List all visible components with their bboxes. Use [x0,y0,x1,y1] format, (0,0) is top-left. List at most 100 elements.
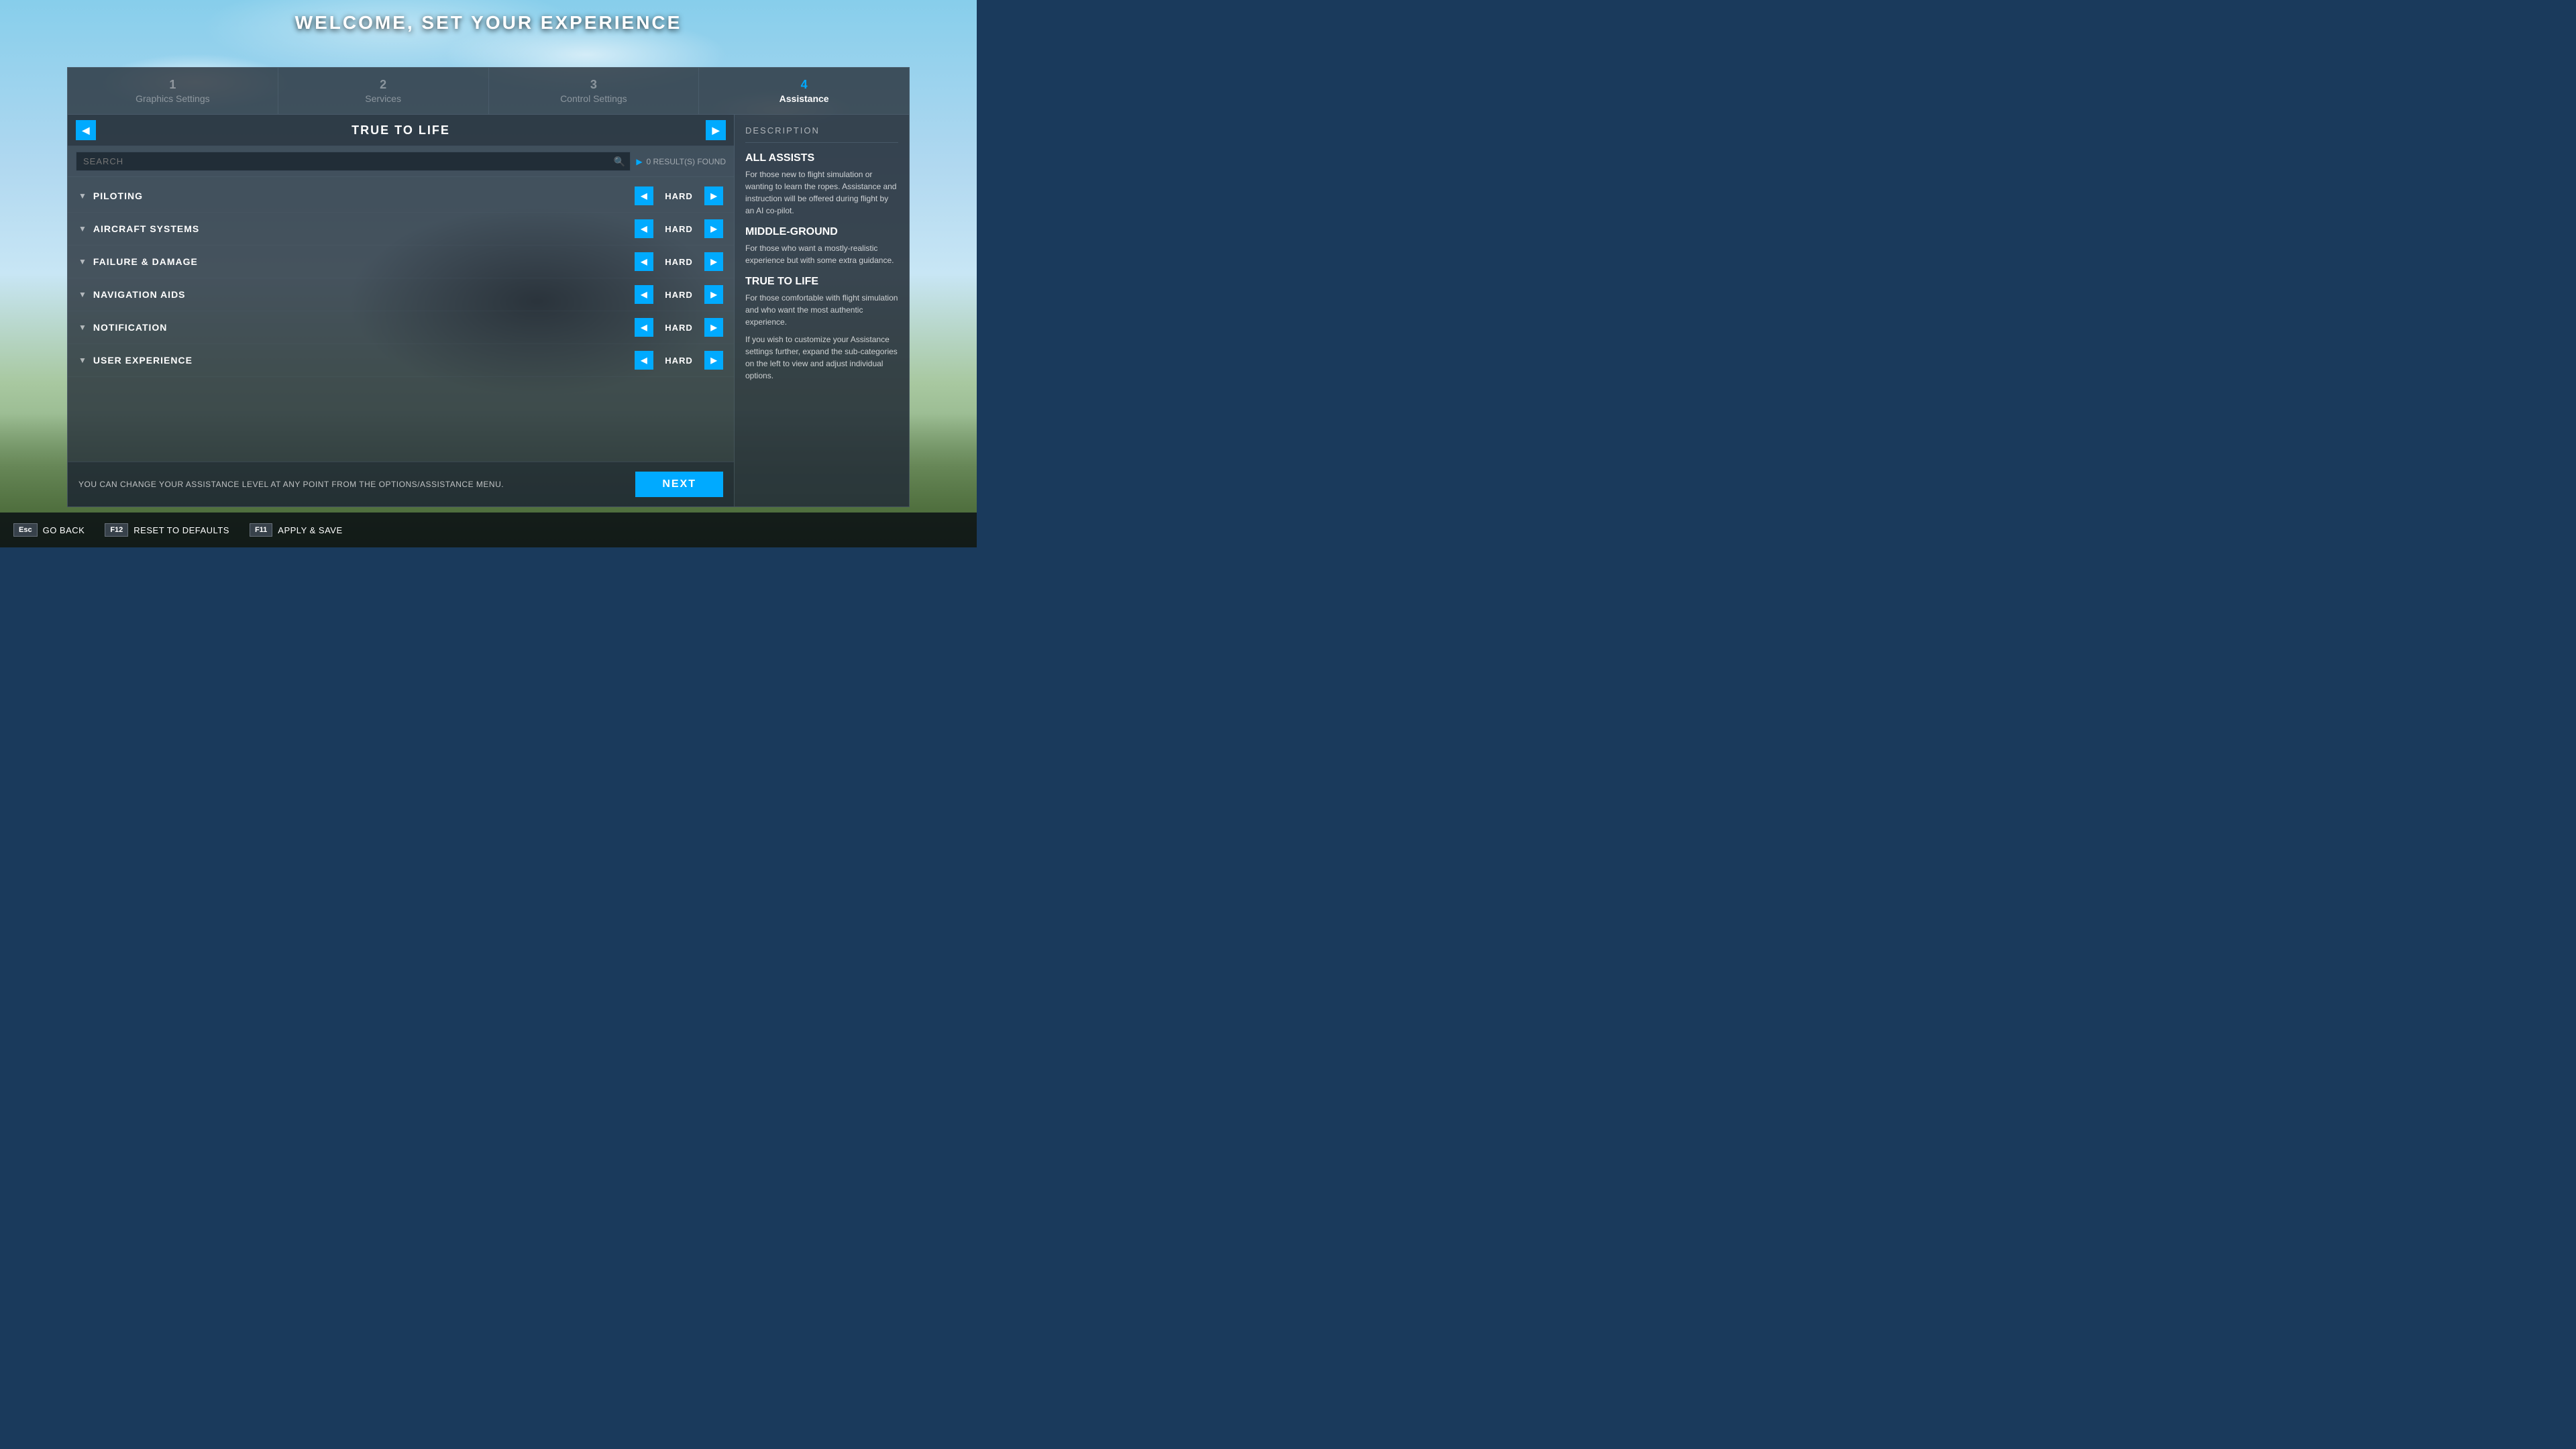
category-name: USER EXPERIENCE [93,355,193,366]
category-left: ▼ NAVIGATION AIDS [78,289,186,300]
category-chevron-icon: ▼ [78,191,87,201]
step-4[interactable]: 4 Assistance [699,68,909,114]
category-row[interactable]: ▼ NAVIGATION AIDS ◀ HARD ▶ [68,278,734,311]
search-results: ▶ 0 RESULT(S) FOUND [636,157,726,166]
category-row[interactable]: ▼ FAILURE & DAMAGE ◀ HARD ▶ [68,246,734,278]
categories-list: ▼ PILOTING ◀ HARD ▶ ▼ AIRCRAFT SYSTEMS ◀… [68,177,734,462]
mode-next-button[interactable]: ▶ [706,120,726,140]
step-2[interactable]: 2 Services [278,68,489,114]
desc-section-heading: TRUE TO LIFE [745,276,898,288]
desc-section-heading: ALL ASSISTS [745,152,898,164]
category-left: ▼ FAILURE & DAMAGE [78,256,198,267]
category-left: ▼ AIRCRAFT SYSTEMS [78,223,199,234]
step-1-label: Graphics Settings [136,93,210,104]
category-name: FAILURE & DAMAGE [93,256,198,267]
search-icon: 🔍 [614,156,625,167]
category-left: ▼ USER EXPERIENCE [78,355,193,366]
category-next-button[interactable]: ▶ [704,252,723,271]
step-3[interactable]: 3 Control Settings [489,68,700,114]
mode-bar: ◀ TRUE TO LIFE ▶ [68,115,734,146]
category-value: HARD [659,191,699,201]
step-1-number: 1 [169,78,176,92]
category-chevron-icon: ▼ [78,356,87,365]
category-next-button[interactable]: ▶ [704,318,723,337]
step-4-number: 4 [801,78,808,92]
category-right: ◀ HARD ▶ [635,252,723,271]
hotkey-badge: Esc [13,523,38,537]
right-panel: DESCRIPTION ALL ASSISTS For those new to … [735,115,909,506]
results-arrow-icon: ▶ [636,157,642,166]
category-row[interactable]: ▼ AIRCRAFT SYSTEMS ◀ HARD ▶ [68,213,734,246]
bottom-bar: Esc GO BACK F12 RESET TO DEFAULTS F11 AP… [0,513,977,547]
description-title: DESCRIPTION [745,125,898,143]
category-chevron-icon: ▼ [78,257,87,266]
category-row[interactable]: ▼ NOTIFICATION ◀ HARD ▶ [68,311,734,344]
page-title: WELCOME, SET YOUR EXPERIENCE [0,12,977,34]
hotkey-label: GO BACK [43,525,85,535]
main-dialog: 1 Graphics Settings 2 Services 3 Control… [67,67,910,507]
category-right: ◀ HARD ▶ [635,351,723,370]
hotkey-item[interactable]: F11 APPLY & SAVE [250,523,343,537]
hotkey-item[interactable]: Esc GO BACK [13,523,85,537]
category-left: ▼ PILOTING [78,191,143,201]
category-prev-button[interactable]: ◀ [635,219,653,238]
category-prev-button[interactable]: ◀ [635,285,653,304]
category-name: AIRCRAFT SYSTEMS [93,223,199,234]
next-button[interactable]: NEXT [635,472,723,497]
mode-prev-button[interactable]: ◀ [76,120,96,140]
step-1[interactable]: 1 Graphics Settings [68,68,278,114]
step-2-label: Services [365,93,401,104]
hotkey-item[interactable]: F12 RESET TO DEFAULTS [105,523,229,537]
dialog-footer: YOU CAN CHANGE YOUR ASSISTANCE LEVEL AT … [68,462,734,506]
desc-section-text: For those new to flight simulation or wa… [745,168,898,217]
step-3-number: 3 [590,78,597,92]
category-right: ◀ HARD ▶ [635,285,723,304]
category-chevron-icon: ▼ [78,224,87,233]
mode-title: TRUE TO LIFE [352,123,450,138]
category-chevron-icon: ▼ [78,290,87,299]
results-text: 0 RESULT(S) FOUND [647,157,726,166]
category-value: HARD [659,323,699,333]
category-next-button[interactable]: ▶ [704,351,723,370]
hotkey-badge: F12 [105,523,128,537]
category-value: HARD [659,290,699,300]
hotkey-label: RESET TO DEFAULTS [133,525,229,535]
category-name: NOTIFICATION [93,322,168,333]
search-input[interactable] [76,152,631,171]
step-2-number: 2 [380,78,386,92]
category-next-button[interactable]: ▶ [704,285,723,304]
category-name: PILOTING [93,191,143,201]
category-value: HARD [659,224,699,234]
step-3-label: Control Settings [560,93,627,104]
category-right: ◀ HARD ▶ [635,318,723,337]
category-prev-button[interactable]: ◀ [635,252,653,271]
content-area: ◀ TRUE TO LIFE ▶ 🔍 ▶ 0 RESULT(S) FOUND ▼ [68,115,909,506]
category-name: NAVIGATION AIDS [93,289,186,300]
category-value: HARD [659,257,699,267]
category-next-button[interactable]: ▶ [704,219,723,238]
left-panel: ◀ TRUE TO LIFE ▶ 🔍 ▶ 0 RESULT(S) FOUND ▼ [68,115,735,506]
category-next-button[interactable]: ▶ [704,186,723,205]
search-bar: 🔍 ▶ 0 RESULT(S) FOUND [68,146,734,177]
category-prev-button[interactable]: ◀ [635,351,653,370]
search-container: 🔍 [76,152,631,171]
hotkey-badge: F11 [250,523,272,537]
category-row[interactable]: ▼ USER EXPERIENCE ◀ HARD ▶ [68,344,734,377]
category-prev-button[interactable]: ◀ [635,318,653,337]
category-right: ◀ HARD ▶ [635,219,723,238]
step-4-label: Assistance [780,93,829,104]
desc-section-heading: MIDDLE-GROUND [745,226,898,238]
steps-bar: 1 Graphics Settings 2 Services 3 Control… [68,68,909,115]
category-right: ◀ HARD ▶ [635,186,723,205]
category-prev-button[interactable]: ◀ [635,186,653,205]
desc-section-text: If you wish to customize your Assistance… [745,333,898,382]
desc-section-text: For those comfortable with flight simula… [745,292,898,328]
description-sections: ALL ASSISTS For those new to flight simul… [745,152,898,382]
category-left: ▼ NOTIFICATION [78,322,167,333]
footer-note: YOU CAN CHANGE YOUR ASSISTANCE LEVEL AT … [78,480,504,489]
category-chevron-icon: ▼ [78,323,87,332]
category-row[interactable]: ▼ PILOTING ◀ HARD ▶ [68,180,734,213]
desc-section-text: For those who want a mostly-realistic ex… [745,242,898,266]
category-value: HARD [659,356,699,366]
hotkey-label: APPLY & SAVE [278,525,342,535]
